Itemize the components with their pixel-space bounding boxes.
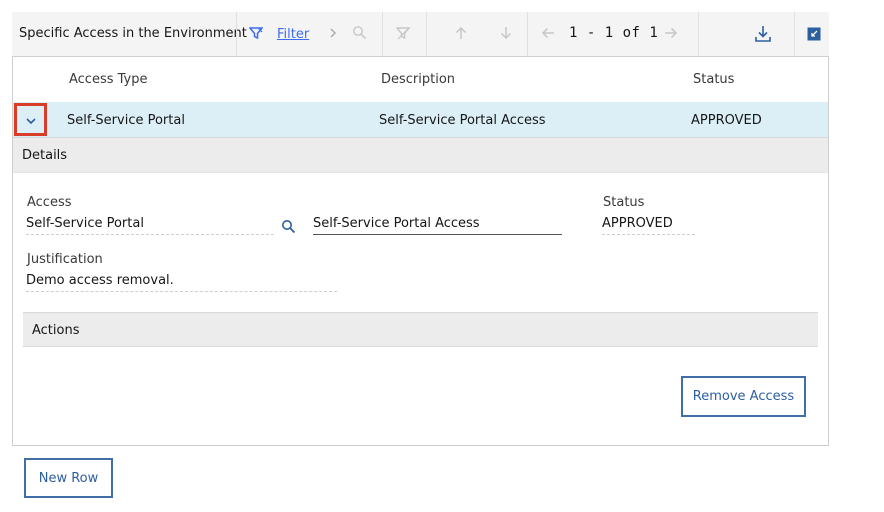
- filter-icon[interactable]: [249, 26, 263, 40]
- description-field-underline: [313, 234, 562, 235]
- toolbar-divider: [794, 12, 795, 56]
- justification-field[interactable]: Demo access removal.: [26, 273, 174, 288]
- status-field-underline: [602, 234, 695, 235]
- cell-description: Self-Service Portal Access: [379, 113, 546, 128]
- justification-label: Justification: [27, 252, 103, 267]
- column-header-description[interactable]: Description: [381, 72, 455, 87]
- arrow-up-icon[interactable]: [454, 26, 468, 40]
- filter-link[interactable]: Filter: [277, 27, 309, 42]
- details-section-header: Details: [13, 137, 828, 173]
- chevron-right-icon[interactable]: [328, 26, 338, 40]
- collapse-icon[interactable]: [807, 27, 821, 41]
- table-row[interactable]: Self-Service Portal Self-Service Portal …: [13, 102, 828, 137]
- cell-status: APPROVED: [691, 113, 762, 128]
- arrow-right-icon[interactable]: [664, 26, 678, 40]
- toolbar-divider: [236, 12, 237, 56]
- details-title: Details: [22, 148, 68, 163]
- column-header-status[interactable]: Status: [693, 72, 734, 87]
- toolbar-divider: [527, 12, 528, 56]
- clear-filter-icon[interactable]: [396, 26, 411, 41]
- download-icon[interactable]: [754, 25, 772, 43]
- status-label: Status: [603, 195, 645, 210]
- table-toolbar: Specific Access in the Environment Filte…: [12, 12, 829, 57]
- toolbar-divider: [382, 12, 383, 56]
- new-row-button[interactable]: New Row: [24, 458, 113, 498]
- status-value: APPROVED: [602, 216, 673, 231]
- table-title: Specific Access in the Environment: [19, 26, 247, 41]
- description-field[interactable]: Self-Service Portal Access: [313, 216, 480, 231]
- pagination-info: 1 - 1 of 1: [569, 25, 659, 41]
- access-field-underline: [26, 234, 274, 235]
- arrow-down-icon[interactable]: [499, 26, 513, 40]
- toolbar-divider: [698, 12, 699, 56]
- justification-field-underline: [26, 291, 337, 292]
- arrow-left-icon[interactable]: [541, 26, 555, 40]
- search-icon[interactable]: [281, 219, 296, 238]
- search-icon[interactable]: [352, 25, 367, 40]
- access-label: Access: [27, 195, 72, 210]
- actions-section-header: Actions: [23, 312, 818, 347]
- chevron-down-icon: [26, 118, 36, 125]
- access-table: Access Type Description Status Self-Serv…: [12, 57, 829, 446]
- remove-access-button[interactable]: Remove Access: [681, 376, 806, 417]
- column-header-access-type[interactable]: Access Type: [69, 72, 148, 87]
- toolbar-divider: [426, 12, 427, 56]
- actions-title: Actions: [32, 323, 80, 338]
- cell-access-type: Self-Service Portal: [67, 113, 185, 128]
- expand-row-button[interactable]: [14, 103, 47, 136]
- access-field[interactable]: Self-Service Portal: [26, 216, 144, 231]
